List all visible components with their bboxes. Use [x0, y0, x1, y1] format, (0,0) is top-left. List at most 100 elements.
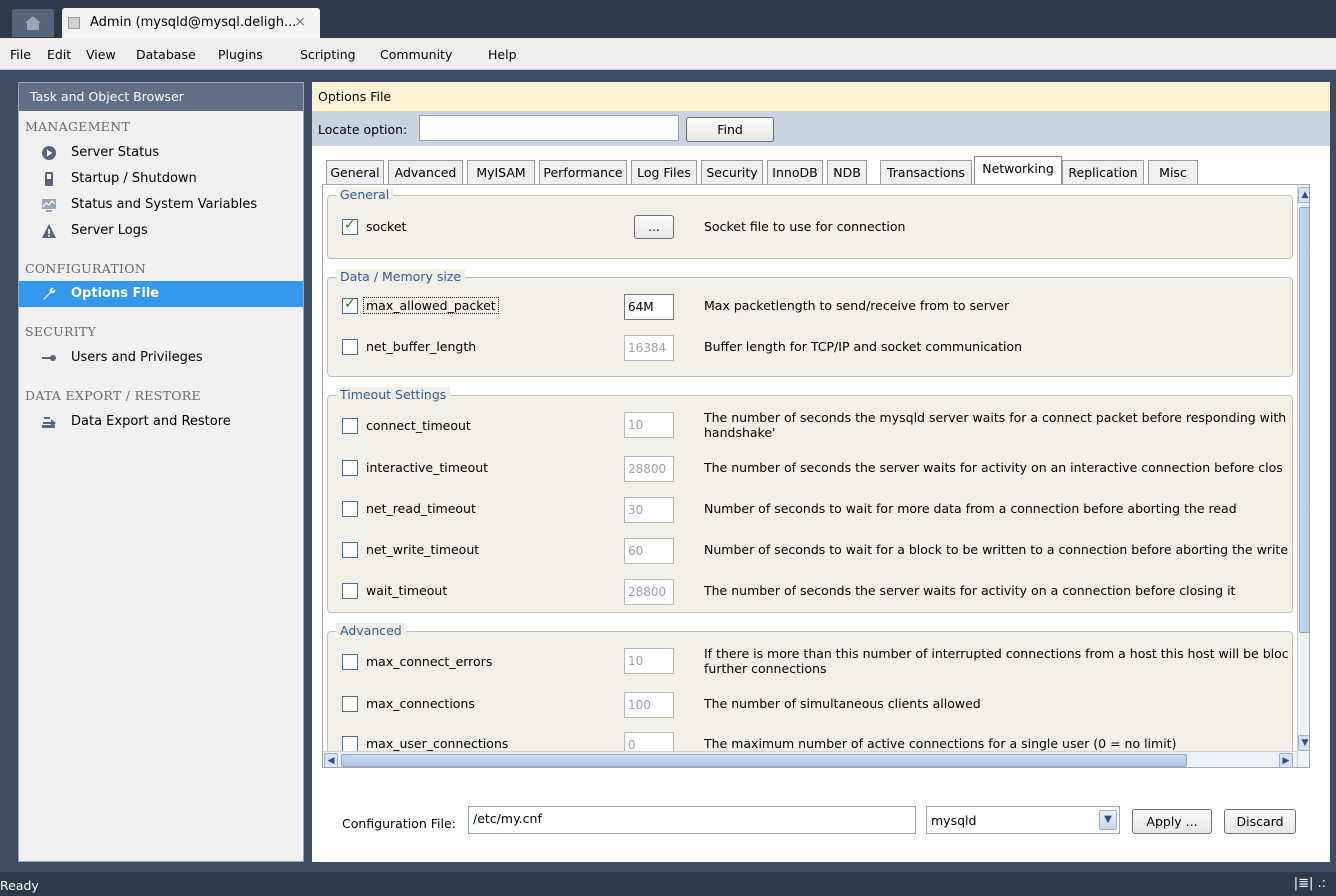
- menu-view[interactable]: View: [86, 47, 116, 62]
- option-name: net_write_timeout: [366, 542, 480, 557]
- config-section-select[interactable]: mysqld ▼: [926, 806, 1120, 834]
- group-title: Timeout Settings: [336, 387, 451, 402]
- sidebar-item-label: Users and Privileges: [71, 350, 203, 365]
- tab-performance[interactable]: Performance: [539, 160, 627, 184]
- option-description: Number of seconds to wait for more data …: [704, 501, 1237, 516]
- option-name: net_buffer_length: [366, 339, 477, 354]
- locate-option-input[interactable]: [419, 115, 679, 141]
- interactive-timeout-field[interactable]: 28800: [624, 456, 674, 482]
- config-file-label: Configuration File:: [342, 816, 456, 831]
- sidebar-item-status-variables[interactable]: Status and System Variables: [19, 192, 303, 218]
- max-allowed-packet-field[interactable]: 64M: [624, 294, 674, 320]
- group-data-memory: Data / Memory size max_allowed_packet 64…: [327, 269, 1293, 377]
- status-panel-icons[interactable]: |≣| .:: [1294, 876, 1326, 891]
- home-tab[interactable]: [12, 9, 54, 37]
- tab-misc[interactable]: Misc: [1148, 160, 1198, 184]
- tab-innodb[interactable]: InnoDB: [767, 160, 823, 184]
- option-name: interactive_timeout: [366, 460, 489, 475]
- sidebar-item-options-file[interactable]: Options File: [19, 281, 303, 307]
- option-description: Socket file to use for connection: [704, 219, 906, 234]
- chevron-down-icon[interactable]: ▼: [1099, 810, 1117, 830]
- horizontal-scrollbar[interactable]: ◀ ▶: [323, 751, 1297, 767]
- sidebar-item-startup-shutdown[interactable]: Startup / Shutdown: [19, 166, 303, 192]
- option-row-max-connections: max_connections 100 The number of simult…: [328, 690, 1288, 720]
- connect-timeout-checkbox[interactable]: [342, 418, 358, 434]
- home-icon: [25, 16, 41, 30]
- tab-security[interactable]: Security: [701, 160, 763, 184]
- wait-timeout-checkbox[interactable]: [342, 583, 358, 599]
- menu-edit[interactable]: Edit: [47, 47, 71, 62]
- option-description: Max packetlength to send/receive from to…: [704, 298, 1010, 313]
- tab-advanced[interactable]: Advanced: [388, 160, 463, 184]
- option-description: Buffer length for TCP/IP and socket comm…: [704, 339, 1023, 354]
- net-buffer-length-checkbox[interactable]: [342, 339, 358, 355]
- sidebar-item-server-status[interactable]: Server Status: [19, 140, 303, 166]
- close-icon[interactable]: ×: [294, 14, 306, 30]
- wait-timeout-field[interactable]: 28800: [624, 579, 674, 605]
- sidebar-item-label: Server Status: [71, 145, 160, 160]
- apply-button[interactable]: Apply ...: [1132, 809, 1212, 834]
- options-file-panel: Options File Locate option: Find General…: [312, 82, 1330, 862]
- config-file-input[interactable]: /etc/my.cnf: [468, 806, 916, 834]
- sidebar-item-data-export[interactable]: Data Export and Restore: [19, 409, 303, 435]
- tab-general[interactable]: General: [326, 160, 384, 184]
- max-user-connections-checkbox[interactable]: [342, 736, 358, 752]
- option-description: Number of seconds to wait for a block to…: [704, 542, 1289, 557]
- group-title: Data / Memory size: [336, 269, 466, 284]
- socket-checkbox[interactable]: [342, 217, 358, 235]
- max-connect-errors-checkbox[interactable]: [342, 654, 358, 670]
- menu-community[interactable]: Community: [380, 47, 452, 62]
- menu-scripting[interactable]: Scripting: [300, 47, 356, 62]
- max-connect-errors-field[interactable]: 10: [624, 648, 674, 674]
- option-row-net-read-timeout: net_read_timeout 30 Number of seconds to…: [328, 495, 1288, 525]
- group-title: Advanced: [336, 623, 406, 638]
- option-name: max_connections: [366, 696, 475, 711]
- power-switch-icon: [45, 172, 53, 186]
- section-data-export: DATA EXPORT / RESTORE: [25, 388, 201, 403]
- net-buffer-length-field[interactable]: 16384: [624, 335, 674, 361]
- menu-file[interactable]: File: [10, 47, 31, 62]
- task-object-browser: Task and Object Browser MANAGEMENT Serve…: [18, 82, 304, 862]
- sidebar-item-label: Server Logs: [71, 223, 148, 238]
- tab-ndb[interactable]: NDB: [827, 160, 867, 184]
- sidebar-item-users-privileges[interactable]: Users and Privileges: [19, 345, 303, 371]
- interactive-timeout-checkbox[interactable]: [342, 460, 358, 476]
- tab-transactions[interactable]: Transactions: [880, 160, 972, 184]
- browse-socket-button[interactable]: ...: [634, 215, 674, 239]
- locate-bar: Locate option: Find: [312, 112, 1330, 146]
- vertical-scroll-thumb[interactable]: [1299, 207, 1309, 633]
- max-allowed-packet-checkbox[interactable]: [342, 296, 358, 314]
- export-arrow-icon: [42, 417, 56, 428]
- option-name: wait_timeout: [366, 583, 448, 598]
- discard-button[interactable]: Discard: [1224, 809, 1296, 834]
- connect-timeout-field[interactable]: 10: [624, 412, 674, 438]
- net-read-timeout-checkbox[interactable]: [342, 501, 358, 517]
- option-row-socket: socket ... Socket file to use for connec…: [328, 213, 1288, 243]
- vertical-scrollbar[interactable]: ▲ ▼: [1297, 185, 1309, 767]
- scroll-right-icon[interactable]: ▶: [1279, 753, 1293, 767]
- tab-networking[interactable]: Networking: [974, 156, 1062, 185]
- scroll-down-icon[interactable]: ▼: [1298, 735, 1309, 751]
- option-row-max-allowed-packet: max_allowed_packet 64M Max packetlength …: [328, 292, 1288, 322]
- net-write-timeout-field[interactable]: 60: [624, 538, 674, 564]
- max-connections-field[interactable]: 100: [624, 692, 674, 718]
- find-button[interactable]: Find: [686, 117, 774, 142]
- menu-plugins[interactable]: Plugins: [218, 47, 263, 62]
- net-read-timeout-field[interactable]: 30: [624, 497, 674, 523]
- tab-replication[interactable]: Replication: [1062, 160, 1144, 184]
- admin-tab[interactable]: Admin (mysqld@mysql.deligh... ×: [62, 8, 320, 38]
- warning-icon: [42, 224, 56, 238]
- key-icon: [42, 355, 56, 361]
- sidebar-title: Task and Object Browser: [19, 83, 303, 111]
- tab-log-files[interactable]: Log Files: [631, 160, 697, 184]
- net-write-timeout-checkbox[interactable]: [342, 542, 358, 558]
- scroll-up-icon[interactable]: ▲: [1298, 187, 1309, 203]
- horizontal-scroll-thumb[interactable]: [341, 754, 1187, 767]
- menu-database[interactable]: Database: [136, 47, 196, 62]
- scroll-left-icon[interactable]: ◀: [324, 753, 338, 767]
- admin-tab-icon: [68, 17, 80, 29]
- sidebar-item-server-logs[interactable]: Server Logs: [19, 218, 303, 244]
- tab-myisam[interactable]: MyISAM: [467, 160, 535, 184]
- max-connections-checkbox[interactable]: [342, 696, 358, 712]
- menu-help[interactable]: Help: [488, 47, 517, 62]
